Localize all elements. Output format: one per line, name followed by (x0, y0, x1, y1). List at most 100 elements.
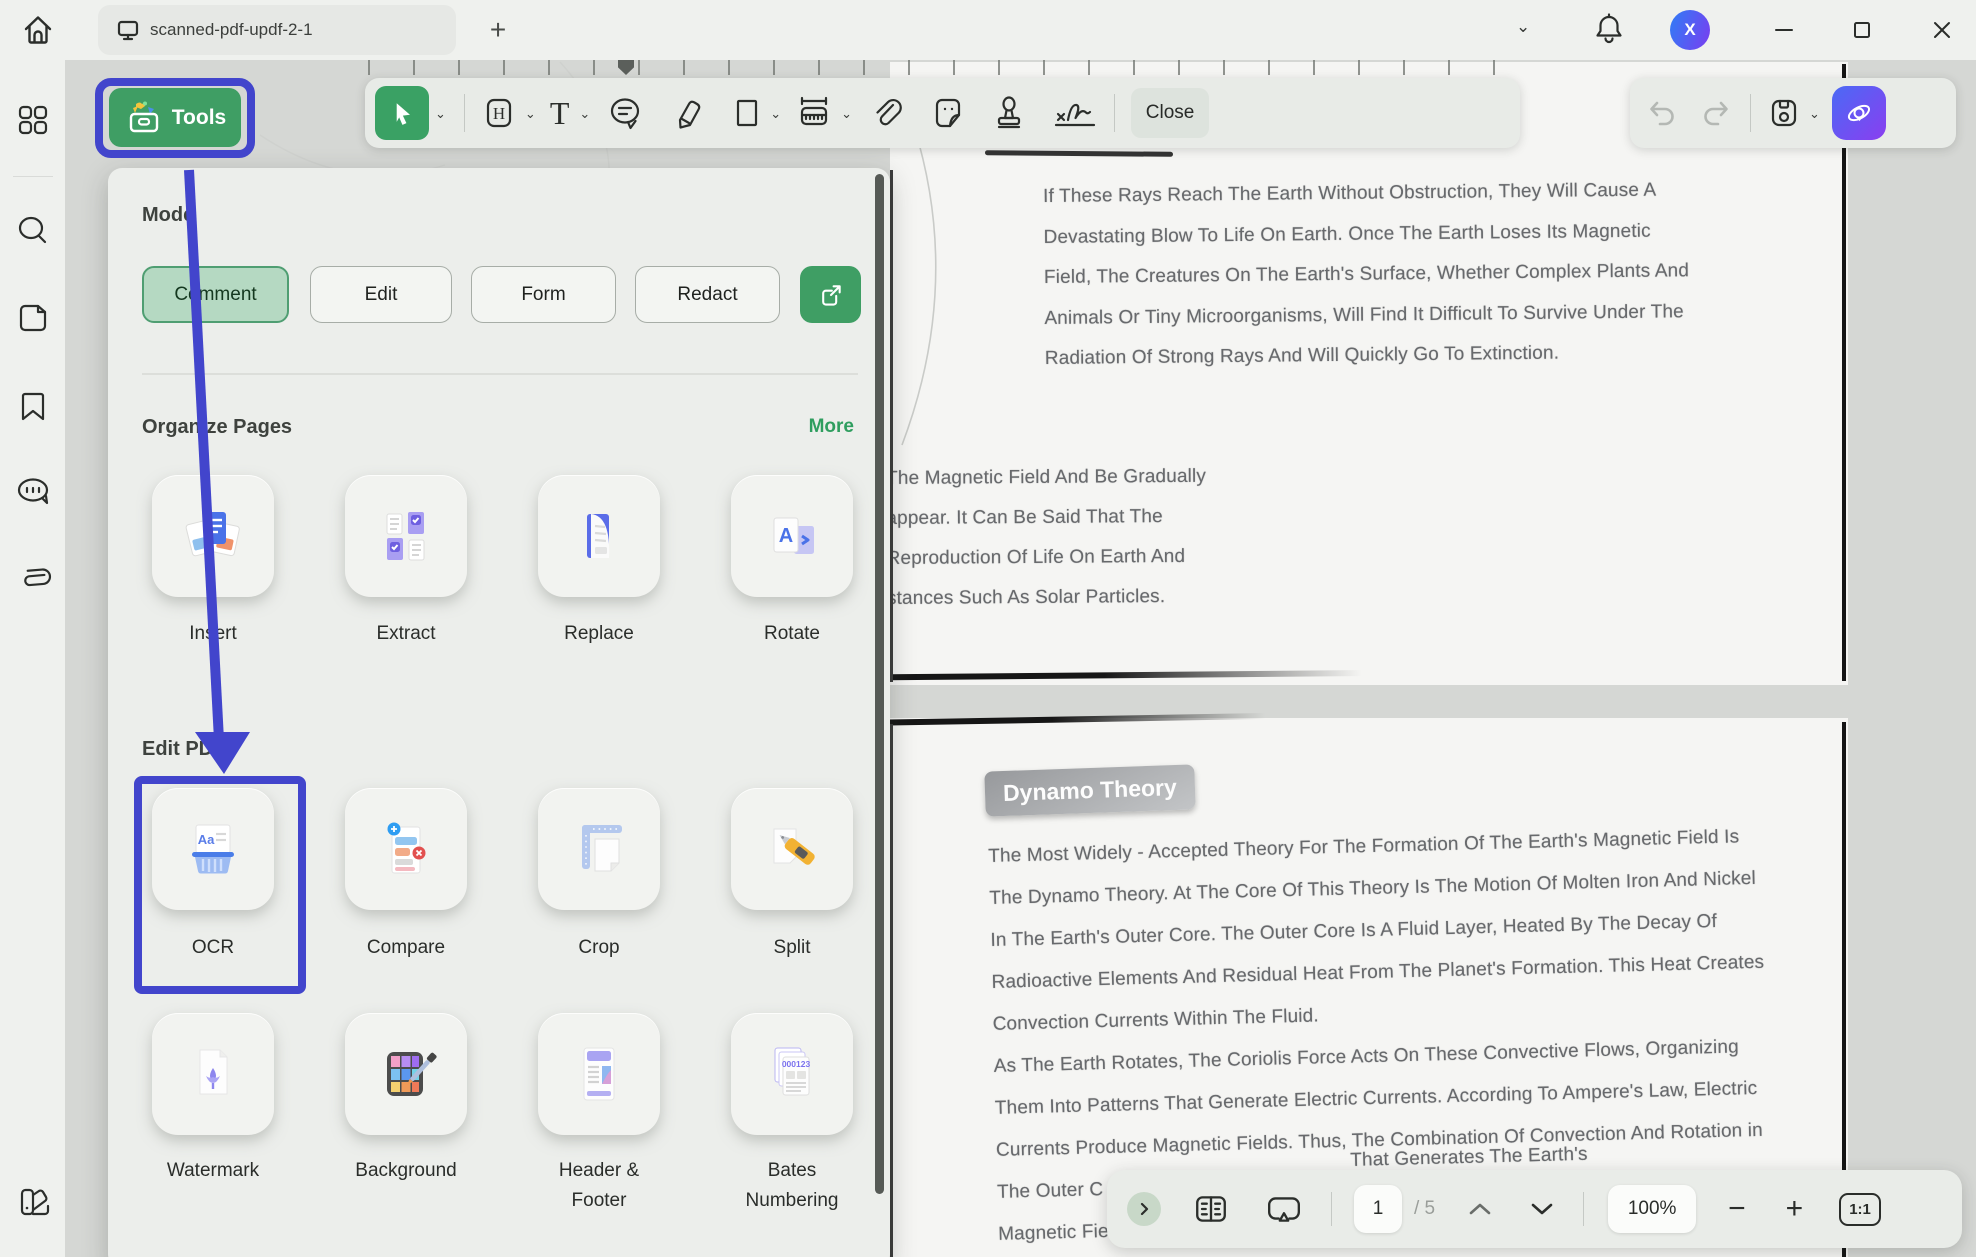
svg-text:H: H (493, 104, 505, 123)
page-down-button[interactable] (1531, 1202, 1553, 1216)
divider (464, 94, 465, 132)
tool-card-extract[interactable] (345, 475, 467, 597)
insert-icon (179, 502, 247, 570)
text-tool-dropdown[interactable]: ⌄ (579, 107, 590, 120)
notifications-button[interactable] (1592, 10, 1626, 48)
home-button[interactable] (20, 11, 56, 49)
panel-scrollbar[interactable] (875, 174, 884, 1194)
detach-panel-button[interactable] (800, 266, 861, 323)
svg-text:A: A (779, 525, 793, 547)
sticker-tool[interactable] (930, 95, 966, 131)
measure-tool-dropdown[interactable]: ⌄ (841, 107, 852, 120)
comment-tool[interactable] (606, 95, 644, 131)
organize-pages-heading: Organize Pages (142, 416, 292, 439)
tool-label-background: Background (321, 1156, 491, 1186)
tool-card-bates[interactable]: 000123 (731, 1013, 853, 1135)
signature-tool[interactable] (1052, 94, 1098, 132)
monitor-icon (116, 18, 140, 43)
divider (1114, 94, 1115, 132)
bates-numbering-icon: 000123 (758, 1040, 826, 1108)
tool-label-rotate: Rotate (707, 619, 877, 649)
tool-label-replace: Replace (514, 619, 684, 649)
zoom-in-button[interactable]: + (1786, 1194, 1804, 1224)
highlight-tool[interactable]: H (481, 95, 517, 131)
search-button[interactable] (14, 212, 52, 250)
replace-icon (565, 502, 633, 570)
tool-card-split[interactable] (731, 788, 853, 910)
tool-label-split: Split (707, 933, 877, 963)
thumbnails-panel-button[interactable] (14, 102, 52, 138)
tools-panel: Mode Comment Edit Form Redact Organize P… (108, 168, 890, 1257)
comments-panel-button[interactable] (14, 474, 54, 510)
tools-button-label: Tools (172, 106, 226, 130)
tool-label-crop: Crop (514, 933, 684, 963)
tool-card-background[interactable] (345, 1013, 467, 1135)
page-up-button[interactable] (1469, 1202, 1491, 1216)
extract-icon (372, 502, 440, 570)
title-bar: scanned-pdf-updf-2-1 + ⌄ X (0, 0, 1976, 60)
save-button[interactable] (1767, 96, 1801, 130)
expand-button[interactable] (1127, 1192, 1161, 1226)
external-link-icon (818, 282, 844, 308)
page1-left-edge (890, 170, 893, 682)
tool-card-header-footer[interactable] (538, 1013, 660, 1135)
highlight-tool-dropdown[interactable]: ⌄ (525, 107, 536, 120)
select-tool[interactable] (375, 86, 429, 140)
zoom-level[interactable]: 100% (1608, 1185, 1696, 1233)
compare-icon (372, 815, 440, 883)
tool-label-header-footer: Header & Footer (534, 1156, 664, 1216)
select-tool-dropdown[interactable]: ⌄ (435, 107, 446, 120)
divider (1583, 1192, 1584, 1226)
pages-panel-button[interactable] (14, 300, 52, 336)
avatar[interactable]: X (1670, 10, 1710, 50)
tabs-dropdown[interactable]: ⌄ (1516, 18, 1530, 35)
tool-card-compare[interactable] (345, 788, 467, 910)
navigation-sidebar (0, 60, 65, 1257)
minimize-button[interactable] (1768, 14, 1800, 46)
save-dropdown[interactable]: ⌄ (1809, 107, 1820, 120)
rotate-icon: A (758, 502, 826, 570)
ai-assistant-button[interactable] (1832, 86, 1886, 140)
mode-comment-button[interactable]: Comment (142, 266, 289, 323)
tool-card-crop[interactable] (538, 788, 660, 910)
reading-mode-button[interactable] (1191, 1191, 1231, 1227)
redo-button[interactable] (1700, 97, 1734, 129)
close-toolbar-button[interactable]: Close (1131, 88, 1209, 138)
organize-more-link[interactable]: More (809, 416, 854, 438)
mode-form-button[interactable]: Form (471, 266, 616, 323)
bookmarks-panel-button[interactable] (14, 388, 52, 424)
tool-card-replace[interactable] (538, 475, 660, 597)
toolbox-icon (124, 100, 164, 136)
app-window: If These Rays Reach The Earth Without Ob… (0, 0, 1976, 1257)
pen-tool[interactable] (670, 95, 704, 131)
bell-icon (1592, 10, 1626, 48)
new-tab-button[interactable]: + (482, 14, 514, 46)
text-tool[interactable]: T (550, 97, 570, 129)
stamp-tool[interactable] (992, 94, 1026, 132)
mode-edit-button[interactable]: Edit (310, 266, 452, 323)
presentation-button[interactable] (1263, 1191, 1305, 1227)
page-input[interactable]: 1 (1354, 1185, 1402, 1233)
measure-tool[interactable] (795, 94, 833, 132)
actual-size-button[interactable]: 1:1 (1839, 1193, 1881, 1226)
attachments-panel-button[interactable] (14, 560, 54, 596)
shape-tool[interactable] (732, 95, 762, 131)
tool-card-watermark[interactable] (152, 1013, 274, 1135)
document-tab[interactable]: scanned-pdf-updf-2-1 (98, 5, 456, 55)
tool-card-insert[interactable] (152, 475, 274, 597)
tools-button[interactable]: Tools (109, 88, 241, 147)
tab-title: scanned-pdf-updf-2-1 (150, 20, 313, 40)
ocr-highlight-box (134, 776, 306, 994)
color-palette-button[interactable] (14, 1182, 54, 1222)
zoom-out-button[interactable]: − (1728, 1194, 1746, 1224)
crop-icon (565, 815, 633, 883)
undo-button[interactable] (1644, 97, 1678, 129)
shape-tool-dropdown[interactable]: ⌄ (770, 107, 781, 120)
close-window-button[interactable] (1926, 14, 1958, 46)
attachment-tool[interactable] (868, 95, 902, 131)
maximize-button[interactable] (1846, 14, 1878, 46)
mode-redact-button[interactable]: Redact (635, 266, 780, 323)
svg-text:000123: 000123 (782, 1059, 811, 1069)
page1-partial-paragraph: The Magnetic Field And Be Gradually appe… (886, 466, 1227, 628)
tool-card-rotate[interactable]: A (731, 475, 853, 597)
